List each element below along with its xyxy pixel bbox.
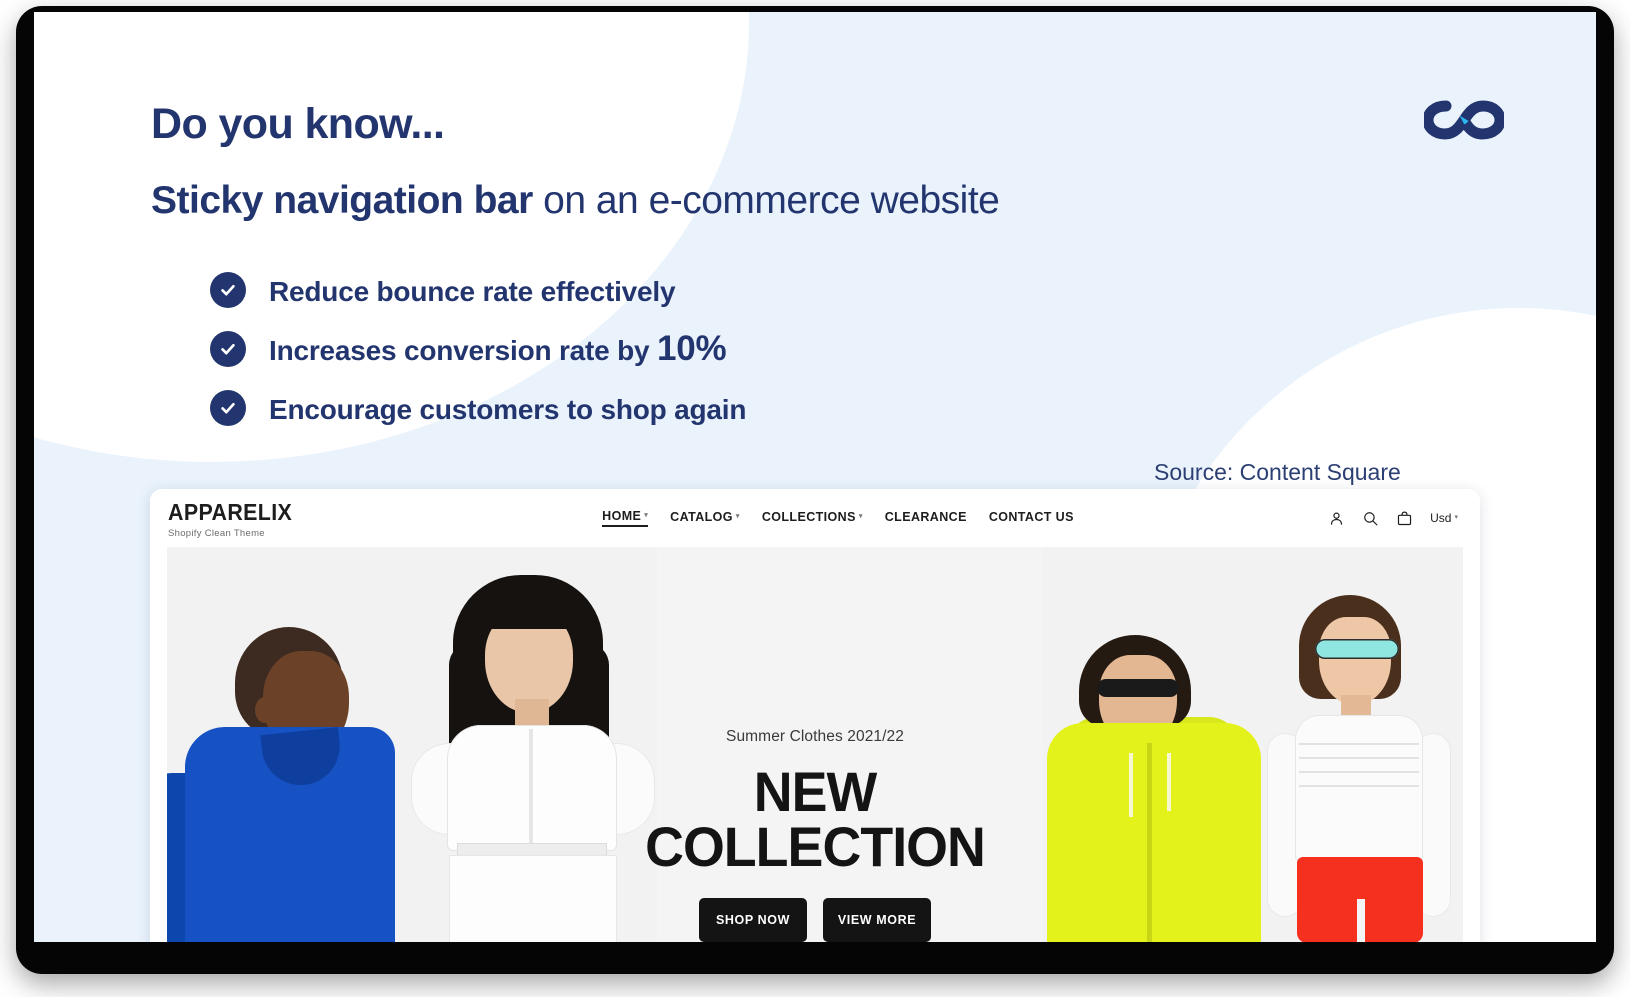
page-subtitle-strong: Sticky navigation bar: [151, 179, 533, 222]
chevron-down-icon: ▾: [858, 512, 863, 520]
check-circle-icon: [210, 271, 246, 308]
model-d-visor-sunglasses: [1315, 639, 1399, 659]
model-d-face: [1319, 617, 1391, 705]
chevron-down-icon: ▾: [644, 511, 649, 519]
check-circle-icon: [210, 330, 246, 367]
check-circle-icon: [210, 389, 246, 426]
nav-item-collections[interactable]: COLLECTIONS ▾: [762, 510, 863, 526]
currency-label: Usd: [1430, 511, 1452, 525]
model-d-leg-gap: [1357, 899, 1365, 942]
account-icon[interactable]: [1328, 510, 1345, 527]
benefit-label: Encourage customers to shop again: [269, 393, 747, 425]
benefit-label: Reduce bounce rate effectively: [269, 275, 676, 307]
hero-headline-line1: NEW: [753, 760, 878, 823]
nav-item-label: CLEARANCE: [884, 510, 967, 524]
nav-item-label: HOME: [602, 509, 642, 523]
slide-canvas: Do you know... Sticky navigation bar on …: [34, 12, 1596, 942]
sticky-navigation-bar: APPARELIX Shopify Clean Theme HOME ▾ CAT…: [150, 489, 1480, 547]
bag-icon[interactable]: [1396, 510, 1413, 527]
model-b-bangs: [477, 587, 581, 629]
nav-menu: HOME ▾ CATALOG ▾ COLLECTIONS ▾ CLEARANCE: [388, 509, 1288, 527]
model-d-white-top: [1295, 715, 1423, 861]
currency-selector[interactable]: Usd ▾: [1430, 511, 1458, 525]
page-title: Do you know...: [151, 100, 445, 148]
model-c-cord-right: [1167, 753, 1171, 811]
site-logo[interactable]: APPARELIX Shopify Clean Theme: [168, 497, 388, 539]
nav-item-home[interactable]: HOME ▾: [602, 509, 649, 527]
model-d-rib: [1299, 743, 1419, 745]
hero-model-group-right: [1043, 547, 1463, 942]
nav-item-label: COLLECTIONS: [761, 510, 856, 524]
page-subtitle-rest: on an e-commerce website: [532, 179, 1000, 222]
nav-item-label: CONTACT US: [988, 510, 1074, 524]
model-c-yellow-jacket: [1047, 723, 1261, 942]
model-d-rib: [1299, 785, 1419, 787]
device-frame: Do you know... Sticky navigation bar on …: [16, 6, 1614, 974]
site-brand-name: APPARELIX: [168, 499, 293, 525]
nav-item-clearance[interactable]: CLEARANCE: [885, 510, 967, 526]
model-d-rib: [1299, 771, 1419, 773]
view-more-button[interactable]: VIEW MORE: [823, 897, 931, 942]
nav-item-catalog[interactable]: CATALOG ▾: [670, 510, 740, 526]
model-b-placket: [529, 729, 533, 849]
model-d-rib: [1299, 757, 1419, 759]
hero-model-group-left: [167, 547, 657, 942]
website-screenshot: APPARELIX Shopify Clean Theme HOME ▾ CAT…: [150, 489, 1480, 942]
nav-item-contact-us[interactable]: CONTACT US: [989, 510, 1074, 526]
page-subtitle: Sticky navigation bar on an e-commerce w…: [151, 179, 1000, 223]
source-caption: Source: Content Square: [1154, 459, 1401, 485]
nav-item-label: CATALOG: [670, 510, 733, 524]
hero-banner: Summer Clothes 2021/22 NEW COLLECTION SH…: [167, 547, 1463, 942]
model-c-sunglasses: [1097, 679, 1179, 697]
list-item: Encourage customers to shop again: [210, 378, 1110, 437]
list-item: Increases conversion rate by 10%: [210, 319, 1110, 378]
list-item: Reduce bounce rate effectively: [210, 260, 1110, 319]
hero-eyebrow: Summer Clothes 2021/22: [726, 728, 904, 745]
infinity-icon: [1422, 96, 1506, 144]
model-b-skirt: [449, 855, 617, 942]
hero-headline-line2: COLLECTION: [645, 815, 986, 879]
hero-buttons: SHOP NOW VIEW MORE: [699, 897, 931, 942]
site-brand-tagline: Shopify Clean Theme: [168, 528, 265, 539]
search-icon[interactable]: [1362, 510, 1379, 527]
model-c-cord-left: [1129, 753, 1133, 817]
shop-now-button[interactable]: SHOP NOW: [699, 897, 807, 942]
benefit-list: Reduce bounce rate effectively Increases…: [210, 260, 1110, 437]
chevron-down-icon: ▾: [1454, 513, 1458, 521]
hero-headline: NEW COLLECTION: [645, 760, 986, 879]
model-c-zipper: [1147, 743, 1152, 942]
nav-actions: Usd ▾: [1288, 510, 1458, 527]
chevron-down-icon: ▾: [735, 512, 740, 520]
benefit-label: Increases conversion rate by 10%: [269, 328, 727, 368]
